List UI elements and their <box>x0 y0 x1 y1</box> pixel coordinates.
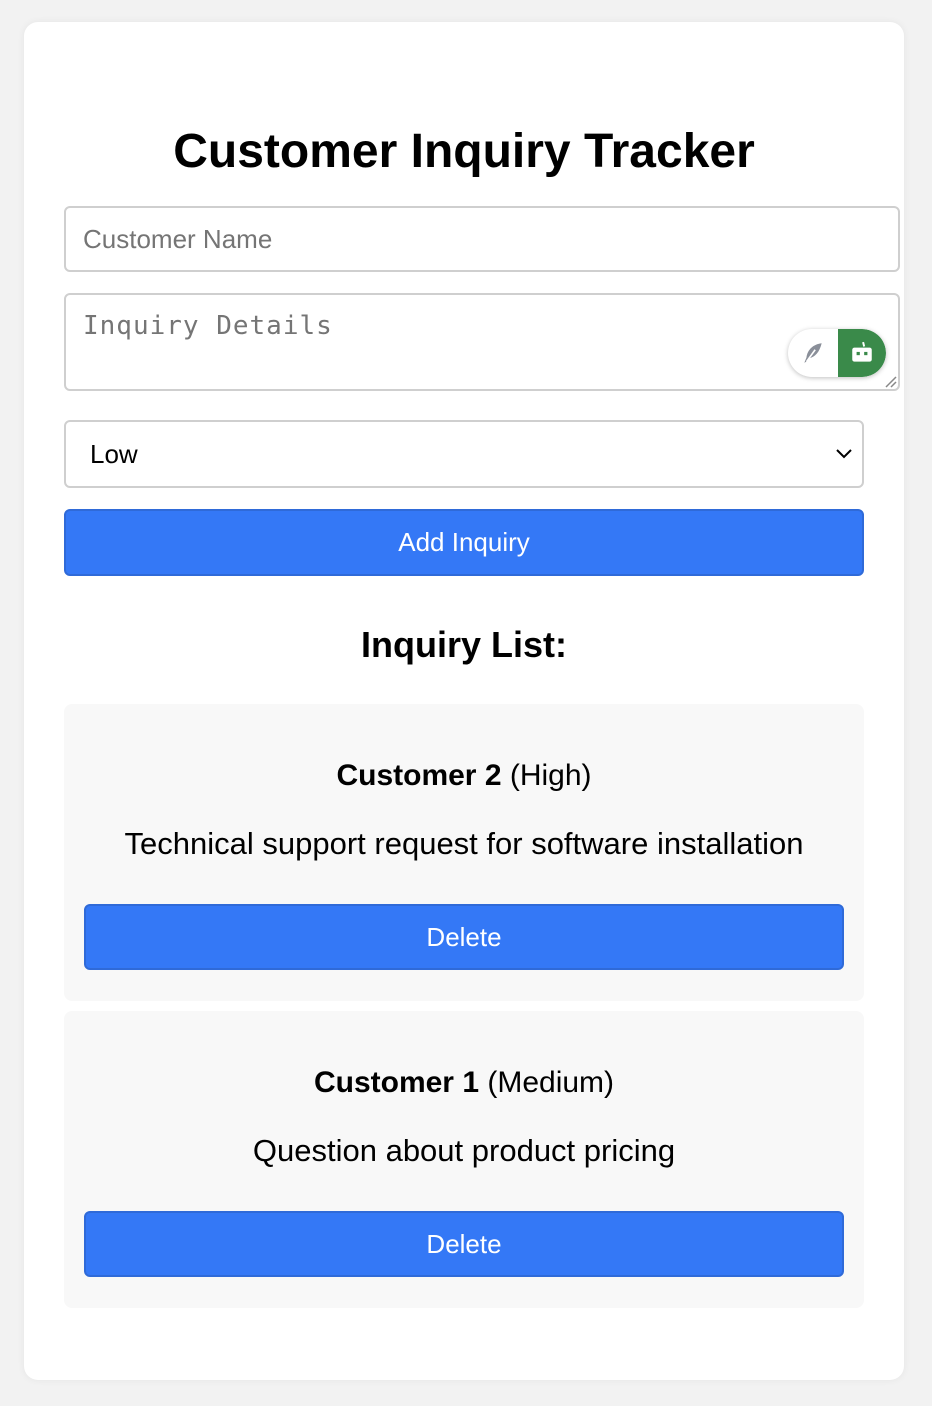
inquiry-list-title: Inquiry List: <box>361 624 567 665</box>
resize-handle-icon[interactable] <box>883 374 897 388</box>
customer-name-input[interactable] <box>64 206 900 272</box>
inquiry-header: Customer 1 (Medium) <box>64 1065 864 1101</box>
chevron-down-icon <box>836 449 852 459</box>
assistant-button[interactable] <box>838 329 886 377</box>
inquiry-priority: (Medium) <box>487 1066 615 1099</box>
priority-select[interactable]: Low <box>64 420 864 488</box>
inquiry-item: Customer 1 (Medium) Question about produ… <box>64 1011 864 1308</box>
inquiry-details-text: Question about product pricing <box>252 1133 676 1168</box>
inquiry-details-textarea[interactable] <box>64 293 900 391</box>
delete-button[interactable]: Delete <box>84 904 844 970</box>
delete-button[interactable]: Delete <box>84 1211 844 1277</box>
inquiry-item: Customer 2 (High) Technical support requ… <box>64 704 864 1001</box>
inquiry-header: Customer 2 (High) <box>64 758 864 794</box>
page-title: Customer Inquiry Tracker <box>173 125 755 178</box>
tracker-card: Customer Inquiry Tracker Customer Name I… <box>24 22 904 1380</box>
feather-button[interactable] <box>788 329 838 377</box>
feather-icon <box>804 343 822 363</box>
inquiry-priority: (High) <box>509 759 592 792</box>
inquiry-details-wrapper <box>64 293 900 391</box>
robot-icon <box>852 341 872 362</box>
inquiry-details-text: Technical support request for software i… <box>124 826 804 861</box>
add-inquiry-button[interactable]: Add Inquiry <box>64 509 864 576</box>
priority-selected-value: Low <box>90 439 138 469</box>
inquiry-customer-name: Customer 2 <box>336 759 502 792</box>
writing-assistant-widget <box>788 329 886 377</box>
inquiry-customer-name: Customer 1 <box>313 1066 479 1099</box>
